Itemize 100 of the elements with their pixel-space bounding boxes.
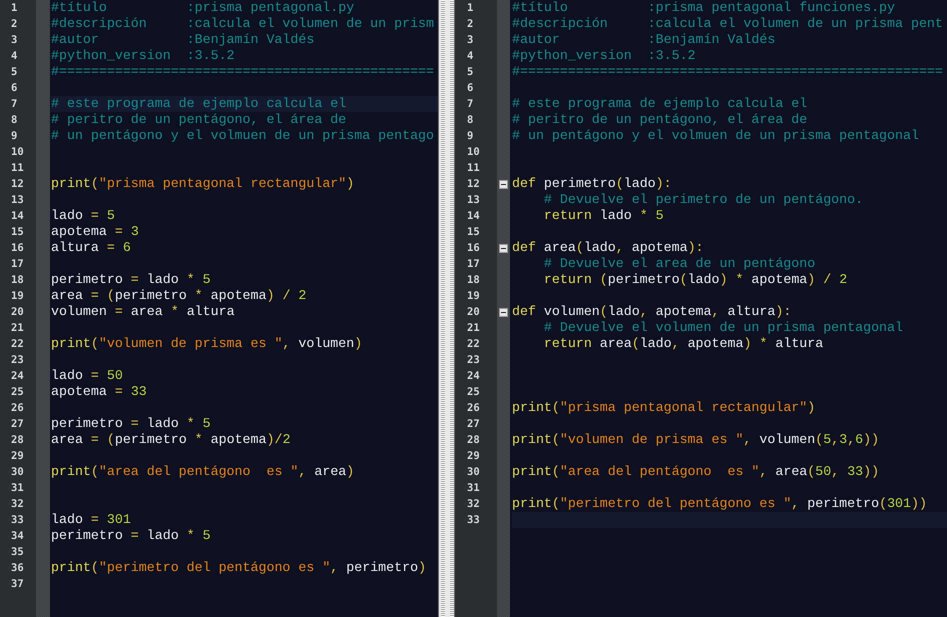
line-number: 12 — [10, 177, 25, 192]
line-number: 20 — [10, 305, 25, 320]
line-number: 9 — [466, 129, 474, 144]
line-number: 28 — [10, 433, 25, 448]
code-line: apotema = 33 — [51, 384, 148, 400]
line-number: 16 — [10, 241, 25, 256]
line-number: 32 — [466, 497, 481, 512]
line-number: 14 — [10, 209, 25, 224]
code-line: print("volumen de prisma es ", volumen(5,3,6)) — [512, 432, 880, 448]
code-line: perimetro = lado * 5 — [51, 528, 212, 544]
line-number: 29 — [466, 449, 481, 464]
line-number: 2 — [10, 17, 18, 32]
code-line: def area(lado, apotema): — [512, 240, 705, 256]
code-line: area = (perimetro * apotema)/2 — [51, 432, 292, 448]
line-number: 29 — [10, 449, 25, 464]
line-number: 3 — [10, 33, 18, 48]
code-line: lado = 5 — [51, 208, 116, 224]
code-line: return area(lado, apotema) * altura — [542, 336, 824, 352]
code-line: perimetro = lado * 5 — [51, 416, 212, 432]
line-number: 1 — [10, 1, 18, 16]
line-number: 35 — [10, 545, 25, 560]
line-number: 27 — [466, 417, 481, 432]
line-number: 33 — [10, 513, 25, 528]
line-number: 6 — [10, 81, 18, 96]
code-line: print("volumen de prisma es ", volumen) — [51, 336, 364, 352]
code-line: perimetro = lado * 5 — [51, 272, 212, 288]
collapse-icon[interactable] — [499, 180, 508, 188]
code-line: print("prisma pentagonal rectangular") — [51, 176, 356, 192]
code-line: # Devuelve el perimetro de un pentágono. — [542, 192, 864, 208]
code-line: print("perimetro del pentágono es ", perimetro) — [51, 560, 428, 576]
line-number: 7 — [466, 97, 474, 112]
code-line: # este programa de ejemplo calcula el — [512, 96, 808, 112]
line-number: 31 — [466, 481, 481, 496]
line-number: 23 — [10, 353, 25, 368]
line-number: 11 — [10, 161, 25, 176]
line-number: 27 — [10, 417, 25, 432]
line-number: 22 — [466, 337, 481, 352]
code-line: # peritro de un pentágono, el área de — [51, 112, 348, 128]
line-number: 21 — [466, 321, 481, 336]
line-number: 21 — [10, 321, 25, 336]
code-line: #título :prisma pentagonal.py — [51, 0, 356, 16]
line-number: 10 — [10, 145, 25, 160]
code-line: altura = 6 — [51, 240, 132, 256]
line-number: 2 — [466, 17, 474, 32]
line-number: 13 — [10, 193, 25, 208]
line-number: 8 — [466, 113, 474, 128]
line-number: 32 — [10, 497, 25, 512]
code-line: #python_version :3.5.2 — [512, 48, 697, 64]
code-line: # Devuelve el volumen de un prisma pentagonal — [542, 320, 904, 336]
pane-splitter[interactable] — [438, 0, 455, 617]
collapse-icon[interactable] — [499, 244, 508, 252]
line-number: 12 — [466, 177, 481, 192]
code-line: lado = 50 — [51, 368, 124, 384]
line-number: 9 — [10, 129, 18, 144]
code-line: #===================================================== — [512, 64, 944, 80]
line-number: 5 — [10, 65, 18, 80]
line-number: 3 — [466, 33, 474, 48]
line-number: 30 — [466, 465, 481, 480]
line-number: 25 — [466, 385, 481, 400]
line-number: 31 — [10, 481, 25, 496]
line-number: 7 — [10, 97, 18, 112]
line-number: 15 — [466, 225, 481, 240]
line-number: 11 — [466, 161, 481, 176]
line-number: 18 — [466, 273, 481, 288]
code-line: return lado * 5 — [542, 208, 665, 224]
code-line: # un pentágono y el volmuen de un prisma pentagonal — [512, 128, 920, 144]
line-number: 19 — [10, 289, 25, 304]
code-line: volumen = area * altura — [51, 304, 236, 320]
line-number: 22 — [10, 337, 25, 352]
code-line: area = (perimetro * apotema) / 2 — [51, 288, 308, 304]
line-number: 17 — [466, 257, 481, 272]
code-line: #autor :Benjamín Valdés — [51, 32, 316, 48]
line-number: 25 — [10, 385, 25, 400]
code-line: #python_version :3.5.2 — [51, 48, 236, 64]
line-number: 14 — [466, 209, 481, 224]
line-number: 24 — [466, 369, 481, 384]
line-number: 15 — [10, 225, 25, 240]
line-number: 1 — [466, 1, 474, 16]
line-number: 5 — [466, 65, 474, 80]
code-line: #autor :Benjamín Valdés — [512, 32, 776, 48]
code-line: apotema = 3 — [51, 224, 140, 240]
line-number: 16 — [466, 241, 481, 256]
line-number: 19 — [466, 289, 481, 304]
line-number: 18 — [10, 273, 25, 288]
code-line: #=============================================== — [51, 64, 436, 80]
line-number: 28 — [466, 433, 481, 448]
code-line: #descripción :calcula el volumen de un prism — [51, 16, 436, 32]
code-line: print("prisma pentagonal rectangular") — [512, 400, 816, 416]
code-line: return (perimetro(lado) * apotema) / 2 — [542, 272, 848, 288]
collapse-icon[interactable] — [499, 308, 508, 316]
line-number: 26 — [10, 401, 25, 416]
line-number: 4 — [466, 49, 474, 64]
code-line: # un pentágono y el volmuen de un prisma pentago — [51, 128, 436, 144]
code-line: def volumen(lado, apotema, altura): — [512, 304, 792, 320]
line-number: 33 — [466, 513, 481, 528]
line-number: 13 — [466, 193, 481, 208]
line-number: 34 — [10, 529, 25, 544]
line-number: 10 — [466, 145, 481, 160]
code-line: print("perimetro del pentágono es ", perimetro(301)) — [512, 496, 928, 512]
line-number: 37 — [10, 577, 25, 592]
